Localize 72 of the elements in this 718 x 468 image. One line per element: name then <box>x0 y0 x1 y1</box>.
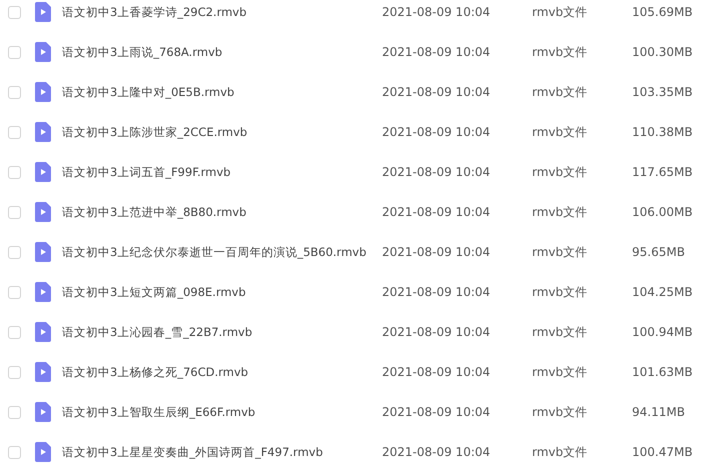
file-name[interactable]: 语文初中3上香菱学诗_29C2.rmvb <box>62 4 382 20</box>
modified-date: 2021-08-09 10:04 <box>382 5 492 19</box>
file-size: 94.11MB <box>632 405 685 419</box>
file-type: rmvb文件 <box>532 4 588 20</box>
file-type: rmvb文件 <box>532 324 588 340</box>
file-size: 110.38MB <box>632 125 693 139</box>
file-name[interactable]: 语文初中3上智取生辰纲_E66F.rmvb <box>62 404 382 420</box>
file-name[interactable]: 语文初中3上词五首_F99F.rmvb <box>62 164 382 180</box>
checkbox[interactable] <box>8 166 21 178</box>
modified-date: 2021-08-09 10:04 <box>382 125 492 139</box>
file-type: rmvb文件 <box>532 164 588 180</box>
file-type: rmvb文件 <box>532 364 588 380</box>
file-type: rmvb文件 <box>532 284 588 300</box>
video-file-icon <box>35 362 51 382</box>
modified-date: 2021-08-09 10:04 <box>382 325 492 339</box>
file-name[interactable]: 语文初中3上星星变奏曲_外国诗两首_F497.rmvb <box>62 444 382 460</box>
file-size: 100.94MB <box>632 325 693 339</box>
modified-date: 2021-08-09 10:04 <box>382 285 492 299</box>
checkbox[interactable] <box>8 6 21 18</box>
file-size: 100.47MB <box>632 445 693 459</box>
file-type: rmvb文件 <box>532 404 588 420</box>
checkbox[interactable] <box>8 286 21 298</box>
video-file-icon <box>35 122 51 142</box>
file-type: rmvb文件 <box>532 84 588 100</box>
video-file-icon <box>35 202 51 222</box>
modified-date: 2021-08-09 10:04 <box>382 445 492 459</box>
video-file-icon <box>35 402 51 422</box>
file-size: 104.25MB <box>632 285 693 299</box>
modified-date: 2021-08-09 10:04 <box>382 205 492 219</box>
file-name[interactable]: 语文初中3上陈涉世家_2CCE.rmvb <box>62 124 382 140</box>
video-file-icon <box>35 162 51 182</box>
modified-date: 2021-08-09 10:04 <box>382 45 492 59</box>
file-name[interactable]: 语文初中3上范进中举_8B80.rmvb <box>62 204 382 220</box>
file-size: 103.35MB <box>632 85 693 99</box>
modified-date: 2021-08-09 10:04 <box>382 405 492 419</box>
modified-date: 2021-08-09 10:04 <box>382 165 492 179</box>
video-file-icon <box>35 442 51 462</box>
video-file-icon <box>35 2 51 22</box>
file-name[interactable]: 语文初中3上杨修之死_76CD.rmvb <box>62 364 382 380</box>
file-type: rmvb文件 <box>532 204 588 220</box>
file-size: 101.63MB <box>632 365 693 379</box>
video-file-icon <box>35 42 51 62</box>
checkbox[interactable] <box>8 206 21 218</box>
modified-date: 2021-08-09 10:04 <box>382 245 492 259</box>
file-name[interactable]: 语文初中3上隆中对_0E5B.rmvb <box>62 84 382 100</box>
video-file-icon <box>35 242 51 262</box>
checkbox[interactable] <box>8 406 21 418</box>
file-size: 106.00MB <box>632 205 693 219</box>
file-name[interactable]: 语文初中3上沁园春_雪_22B7.rmvb <box>62 324 382 340</box>
file-name[interactable]: 语文初中3上短文两篇_098E.rmvb <box>62 284 382 300</box>
checkbox[interactable] <box>8 366 21 378</box>
file-size: 117.65MB <box>632 165 693 179</box>
file-type: rmvb文件 <box>532 124 588 140</box>
video-file-icon <box>35 282 51 302</box>
checkbox[interactable] <box>8 46 21 58</box>
file-size: 95.65MB <box>632 245 685 259</box>
checkbox[interactable] <box>8 446 21 458</box>
checkbox[interactable] <box>8 86 21 98</box>
file-size: 105.69MB <box>632 5 693 19</box>
file-type: rmvb文件 <box>532 444 588 460</box>
checkbox[interactable] <box>8 326 21 338</box>
modified-date: 2021-08-09 10:04 <box>382 85 492 99</box>
checkbox[interactable] <box>8 246 21 258</box>
video-file-icon <box>35 82 51 102</box>
file-name[interactable]: 语文初中3上纪念伏尔泰逝世一百周年的演说_5B60.rmvb <box>62 244 382 260</box>
video-file-icon <box>35 322 51 342</box>
file-type: rmvb文件 <box>532 44 588 60</box>
checkbox[interactable] <box>8 126 21 138</box>
file-name[interactable]: 语文初中3上雨说_768A.rmvb <box>62 44 382 60</box>
file-size: 100.30MB <box>632 45 693 59</box>
file-type: rmvb文件 <box>532 244 588 260</box>
modified-date: 2021-08-09 10:04 <box>382 365 492 379</box>
